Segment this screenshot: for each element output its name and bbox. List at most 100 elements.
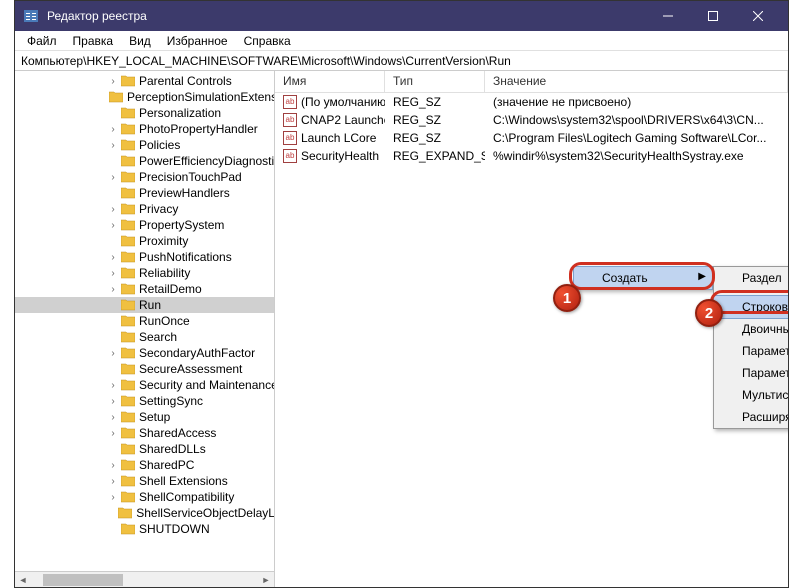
tree-item-label: ShellCompatibility [139,490,234,504]
expand-icon[interactable]: › [107,428,119,439]
tree-item[interactable]: ›SharedPC [15,457,275,473]
tree-item[interactable]: ›SecondaryAuthFactor [15,345,275,361]
col-header-name[interactable]: Имя [275,71,385,92]
tree-item[interactable]: ›RetailDemo [15,281,275,297]
maximize-button[interactable] [690,1,735,31]
expand-icon[interactable]: › [107,412,119,423]
tree-item-label: Parental Controls [139,74,232,88]
list-row[interactable]: abCNAP2 LauncherREG_SZC:\Windows\system3… [275,111,788,129]
list-row[interactable]: ab(По умолчанию)REG_SZ(значение не присв… [275,93,788,111]
tree-item-label: SHUTDOWN [139,522,210,536]
tree-item[interactable]: › PropertySystem [15,217,275,233]
expand-icon[interactable]: › [107,220,119,231]
tree-item-label: SettingSync [139,394,203,408]
expand-icon[interactable]: › [107,284,119,295]
list-row[interactable]: abSecurityHealthREG_EXPAND_SZ%windir%\sy… [275,147,788,165]
tree-item[interactable]: ›Setup [15,409,275,425]
tree-item[interactable]: PowerEfficiencyDiagnostics [15,153,275,169]
expand-icon[interactable]: › [107,268,119,279]
expand-icon[interactable]: › [107,380,119,391]
context-menu-item[interactable]: Параметр QWORD (64 бита) [714,362,788,384]
folder-icon [121,411,135,423]
tree-item[interactable]: › SharedAccess [15,425,275,441]
submenu-arrow-icon: ▶ [698,271,706,282]
tree-item[interactable]: ›Reliability [15,265,275,281]
tree-item[interactable]: Run [15,297,275,313]
context-menu-item[interactable]: Двоичный параметр [714,318,788,340]
folder-icon [121,235,135,247]
regedit-icon [23,8,39,24]
close-button[interactable] [735,1,780,31]
tree-item[interactable]: ›PrecisionTouchPad [15,169,275,185]
tree-item[interactable]: ›Privacy [15,201,275,217]
context-menu-item[interactable]: Параметр DWORD (32 бита) [714,340,788,362]
col-header-type[interactable]: Тип [385,71,485,92]
expand-icon[interactable]: › [107,492,119,503]
tree-item[interactable]: ShellServiceObjectDelayLoad [15,505,275,521]
tree-item-label: PropertySystem [139,218,224,232]
expand-icon[interactable]: › [107,124,119,135]
list-row[interactable]: abLaunch LCoreREG_SZC:\Program Files\Log… [275,129,788,147]
tree-item[interactable]: SharedDLLs [15,441,275,457]
expand-icon[interactable]: › [107,140,119,151]
cell-value: %windir%\system32\SecurityHealthSystray.… [485,148,788,164]
expand-icon[interactable]: › [107,172,119,183]
expand-icon[interactable]: › [107,476,119,487]
tree-item[interactable]: › Parental Controls [15,73,275,89]
folder-icon [121,363,135,375]
menu-view[interactable]: Вид [121,32,159,50]
expand-icon[interactable]: › [107,204,119,215]
tree-item[interactable]: ›PhotoPropertyHandler [15,121,275,137]
tree-item[interactable]: ›Shell Extensions [15,473,275,489]
menu-help[interactable]: Справка [236,32,299,50]
expand-icon[interactable]: › [107,396,119,407]
tree-item[interactable]: SecureAssessment [15,361,275,377]
col-header-value[interactable]: Значение [485,71,788,92]
cell-type: REG_SZ [385,94,485,110]
tree-item[interactable]: › SettingSync [15,393,275,409]
folder-icon [121,283,135,295]
expand-icon[interactable]: › [107,348,119,359]
context-menu-item[interactable]: Раздел [714,267,788,289]
tree-item[interactable]: Search [15,329,275,345]
tree-item-label: SharedAccess [139,426,216,440]
titlebar[interactable]: Редактор реестра [15,1,788,31]
context-menu-item[interactable]: Мультистроковый параметр [714,384,788,406]
expand-icon[interactable]: › [107,460,119,471]
scroll-right-icon[interactable]: ► [258,575,274,585]
window-title: Редактор реестра [47,9,645,23]
menu-edit[interactable]: Правка [65,32,122,50]
tree-item[interactable]: RunOnce [15,313,275,329]
tree-item[interactable]: ›Policies [15,137,275,153]
horizontal-scrollbar[interactable]: ◄ ► [15,571,274,587]
menu-favorites[interactable]: Избранное [159,32,236,50]
folder-icon [121,427,135,439]
cell-value: C:\Program Files\Logitech Gaming Softwar… [485,130,788,146]
folder-icon [121,315,135,327]
tree-item[interactable]: ›Security and Maintenance [15,377,275,393]
scroll-thumb[interactable] [43,574,123,586]
tree-item[interactable]: PreviewHandlers [15,185,275,201]
tree-item[interactable]: SHUTDOWN [15,521,275,537]
tree-item-label: Personalization [139,106,221,120]
context-menu-create[interactable]: Создать ▶ [573,266,713,290]
menubar: Файл Правка Вид Избранное Справка [15,31,788,51]
context-menu-item[interactable]: Расширяемый строковый параметр [714,406,788,428]
menu-file[interactable]: Файл [19,32,65,50]
cell-name: abLaunch LCore [275,130,385,147]
tree-item[interactable]: ›PushNotifications [15,249,275,265]
cell-type: REG_SZ [385,130,485,146]
minimize-button[interactable] [645,1,690,31]
tree-item[interactable]: Proximity [15,233,275,249]
expand-icon[interactable]: › [107,252,119,263]
tree-item[interactable]: › ShellCompatibility [15,489,275,505]
scroll-left-icon[interactable]: ◄ [15,575,31,585]
context-menu-item[interactable]: Строковый параметр [713,295,788,319]
expand-icon[interactable]: › [107,76,119,87]
folder-icon [121,459,135,471]
tree-item[interactable]: PerceptionSimulationExtensions [15,89,275,105]
address-input[interactable] [21,54,782,68]
folder-icon [121,203,135,215]
tree-item[interactable]: Personalization [15,105,275,121]
tree-panel[interactable]: › Parental ControlsPerceptionSimulationEx… [15,71,275,587]
